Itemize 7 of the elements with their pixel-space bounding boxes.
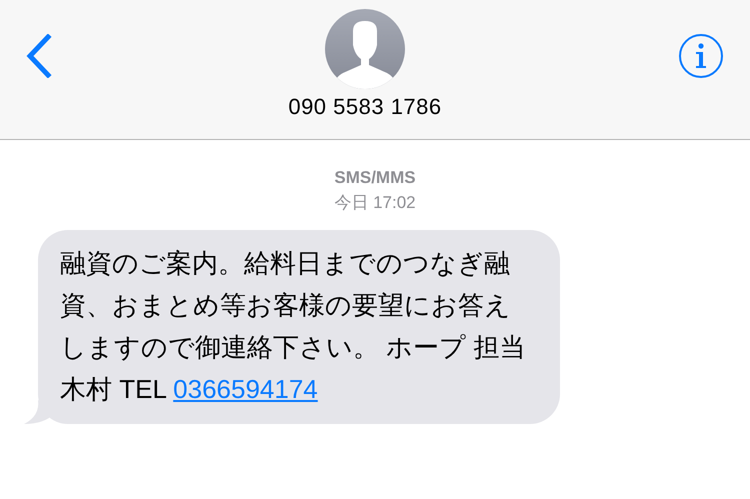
avatar-icon[interactable] [324, 9, 405, 89]
back-icon[interactable] [26, 34, 52, 78]
info-icon[interactable] [678, 33, 724, 79]
message-text: 融資のご案内。給料日までのつなぎ融資、おまとめ等お客様の要望にお答えしますので御連絡下さい。 ホープ 担当木村 TEL 0366594174 [60, 242, 530, 410]
timestamp: 今日 17:02 [334, 192, 416, 214]
contact-name[interactable]: 090 5583 1786 [288, 94, 442, 120]
service-label: SMS/MMS [334, 168, 416, 188]
